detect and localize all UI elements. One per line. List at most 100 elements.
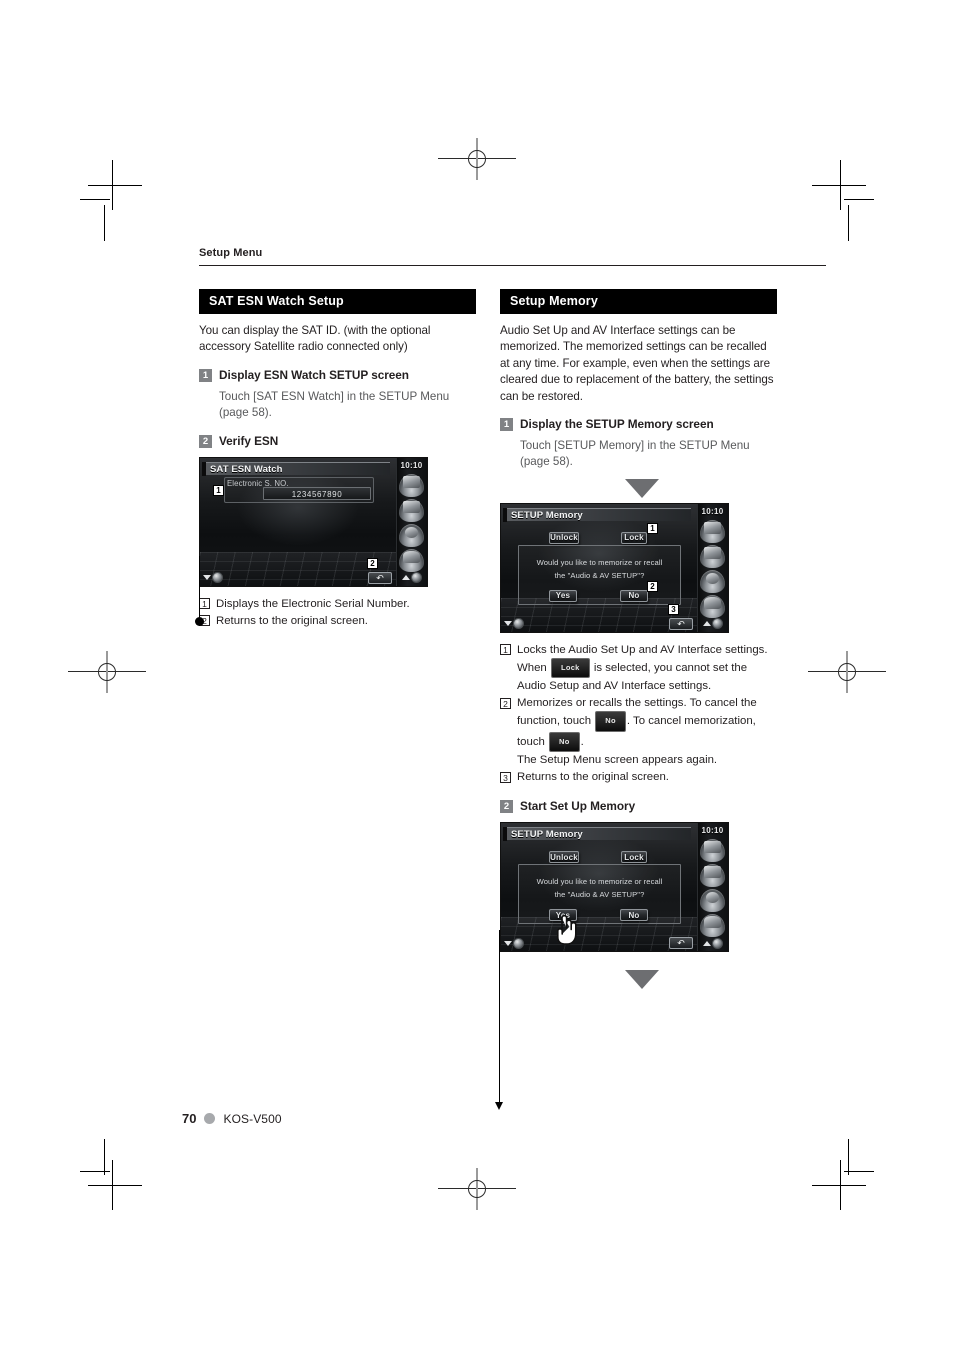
no-button[interactable]: No bbox=[620, 909, 648, 922]
callout-tag-2: 2 bbox=[367, 557, 378, 569]
section-title-setup-memory: Setup Memory bbox=[500, 289, 777, 314]
callout-tag-1: 1 bbox=[647, 522, 658, 534]
right-callout-2: 2 Memorizes or recalls the settings. To … bbox=[500, 695, 777, 768]
right-callout-2-text: Memorizes or recalls the settings. To ca… bbox=[517, 695, 777, 768]
left-callout-1-text: Displays the Electronic Serial Number. bbox=[216, 597, 410, 610]
device-display-area: SETUP Memory Unlock Lock 1 Would you lik… bbox=[501, 503, 697, 632]
model-name: KOS-V500 bbox=[223, 1111, 282, 1126]
device-screenshot-sat-esn-watch: SAT ESN Watch Electronic S. NO. 12345678… bbox=[199, 456, 428, 587]
right-callout-3: 3 Returns to the original screen. bbox=[500, 769, 777, 785]
left-callout-2: 2 Returns to the original screen. bbox=[199, 613, 476, 629]
left-step-2-number: 2 bbox=[199, 434, 212, 448]
inline-no-button-icon-2: No bbox=[549, 731, 580, 753]
page-number: 70 bbox=[182, 1111, 197, 1126]
unlock-button[interactable]: Unlock bbox=[549, 851, 579, 864]
device-volume-down-control[interactable] bbox=[203, 572, 227, 584]
device-title-bar: SETUP Memory bbox=[503, 507, 691, 522]
right-callout-1-text: Locks the Audio Set Up and AV Interface … bbox=[517, 642, 777, 695]
device-title-text: SAT ESN Watch bbox=[210, 463, 283, 475]
device-clock: 10:10 bbox=[701, 826, 724, 836]
device-volume-down-control[interactable] bbox=[504, 618, 528, 630]
knob-icon bbox=[711, 618, 723, 630]
no-button[interactable]: No bbox=[620, 589, 648, 602]
lock-button[interactable]: Lock bbox=[621, 531, 647, 544]
device-icon-rail: 10:10 bbox=[396, 457, 427, 586]
right-callout-list: 1 Locks the Audio Set Up and AV Interfac… bbox=[500, 642, 777, 786]
right-callout-1: 1 Locks the Audio Set Up and AV Interfac… bbox=[500, 642, 777, 695]
device-return-button[interactable]: ↶ bbox=[669, 617, 693, 630]
left-step-1-body: Touch [SAT ESN Watch] in the SETUP Menu … bbox=[219, 389, 450, 420]
device-title-bar: SETUP Memory bbox=[503, 827, 691, 842]
rail-icon-setup[interactable] bbox=[700, 914, 725, 938]
rail-icon-audio[interactable] bbox=[700, 569, 725, 593]
hand-cursor-icon bbox=[557, 915, 577, 946]
right-callout-2-part-d: The Setup Menu screen appears again. bbox=[517, 754, 718, 767]
device-volume-up-control[interactable] bbox=[398, 572, 425, 584]
rail-icon-setup[interactable] bbox=[399, 548, 424, 572]
device-volume-up-control[interactable] bbox=[699, 618, 726, 630]
left-step-1-number: 1 bbox=[199, 368, 212, 382]
triangle-up-icon bbox=[702, 940, 711, 946]
triangle-up-icon bbox=[401, 575, 410, 581]
rail-icon-audio[interactable] bbox=[399, 523, 424, 547]
triangle-down-icon bbox=[504, 621, 512, 627]
right-step-1-title: Display the SETUP Memory screen bbox=[520, 417, 714, 432]
device-volume-down-control[interactable] bbox=[504, 937, 528, 949]
rail-icon-setup[interactable] bbox=[700, 594, 725, 618]
device-volume-up-control[interactable] bbox=[699, 937, 726, 949]
knob-icon bbox=[711, 937, 723, 949]
rail-icon-av[interactable] bbox=[399, 498, 424, 522]
left-callout-list: 1 Displays the Electronic Serial Number.… bbox=[199, 596, 476, 629]
device-return-button[interactable]: ↶ bbox=[669, 937, 693, 950]
rail-icon-source[interactable] bbox=[700, 519, 725, 543]
left-step-2: 2 Verify ESN bbox=[199, 434, 476, 448]
flow-arrow-2-wrap bbox=[500, 952, 777, 992]
lock-button[interactable]: Lock bbox=[621, 851, 647, 864]
device-screenshot-setup-memory-2: SETUP Memory Unlock Lock Would you like … bbox=[500, 822, 729, 953]
registration-mark-top bbox=[438, 138, 516, 180]
left-callout-2-text: Returns to the original screen. bbox=[216, 614, 368, 627]
rail-icon-source[interactable] bbox=[700, 839, 725, 863]
esn-serial-value: 1234567890 bbox=[263, 486, 371, 500]
device-icon-rail: 10:10 bbox=[697, 503, 728, 632]
manual-page: Setup Menu SAT ESN Watch Setup You can d… bbox=[0, 0, 954, 1350]
left-callout-1-number: 1 bbox=[199, 598, 210, 610]
footer-dot-icon bbox=[204, 1113, 216, 1124]
left-step-2-title: Verify ESN bbox=[219, 433, 279, 448]
connector-dot bbox=[195, 617, 204, 626]
knob-icon bbox=[513, 937, 524, 949]
left-step-1-title: Display ESN Watch SETUP screen bbox=[219, 367, 409, 382]
knob-icon bbox=[212, 572, 223, 584]
rail-icon-av[interactable] bbox=[700, 544, 725, 568]
right-callout-2-number: 2 bbox=[500, 697, 511, 709]
callout-tag-2: 2 bbox=[647, 580, 658, 592]
left-column: SAT ESN Watch Setup You can display the … bbox=[199, 289, 476, 630]
yes-button[interactable]: Yes bbox=[549, 589, 577, 602]
dialog-line-2: the "Audio & AV SETUP"? bbox=[554, 570, 645, 580]
device-clock: 10:10 bbox=[701, 506, 724, 516]
triangle-up-icon bbox=[702, 621, 711, 627]
device-title-text: SETUP Memory bbox=[511, 509, 583, 521]
device-screenshot-setup-memory-1: SETUP Memory Unlock Lock 1 Would you lik… bbox=[500, 502, 729, 633]
right-step-1-number: 1 bbox=[500, 418, 513, 432]
knob-icon bbox=[513, 618, 524, 630]
device-return-button[interactable]: ↶ bbox=[368, 571, 392, 584]
unlock-button[interactable]: Unlock bbox=[549, 531, 579, 544]
right-column: Setup Memory Audio Set Up and AV Interfa… bbox=[500, 289, 777, 992]
flow-down-arrow-icon bbox=[625, 478, 659, 498]
connector-line-flow bbox=[499, 930, 501, 1105]
flow-arrow-1-wrap bbox=[500, 471, 777, 501]
right-step-2: 2 Start Set Up Memory bbox=[500, 799, 777, 814]
right-callout-1-number: 1 bbox=[500, 644, 511, 656]
page-footer: 70 KOS-V500 bbox=[182, 1111, 282, 1126]
rail-icon-av[interactable] bbox=[700, 864, 725, 888]
rail-icon-source[interactable] bbox=[399, 473, 424, 497]
triangle-down-icon bbox=[504, 940, 512, 946]
rail-icon-audio[interactable] bbox=[700, 889, 725, 913]
connector-line-left-top bbox=[199, 556, 201, 622]
right-step-1: 1 Display the SETUP Memory screen bbox=[500, 417, 777, 432]
section-title-sat-esn: SAT ESN Watch Setup bbox=[199, 289, 476, 314]
callout-tag-3: 3 bbox=[668, 603, 679, 615]
inline-no-button-icon-1: No bbox=[595, 711, 626, 732]
confirm-dialog: Would you like to memorize or recall the… bbox=[518, 864, 681, 925]
